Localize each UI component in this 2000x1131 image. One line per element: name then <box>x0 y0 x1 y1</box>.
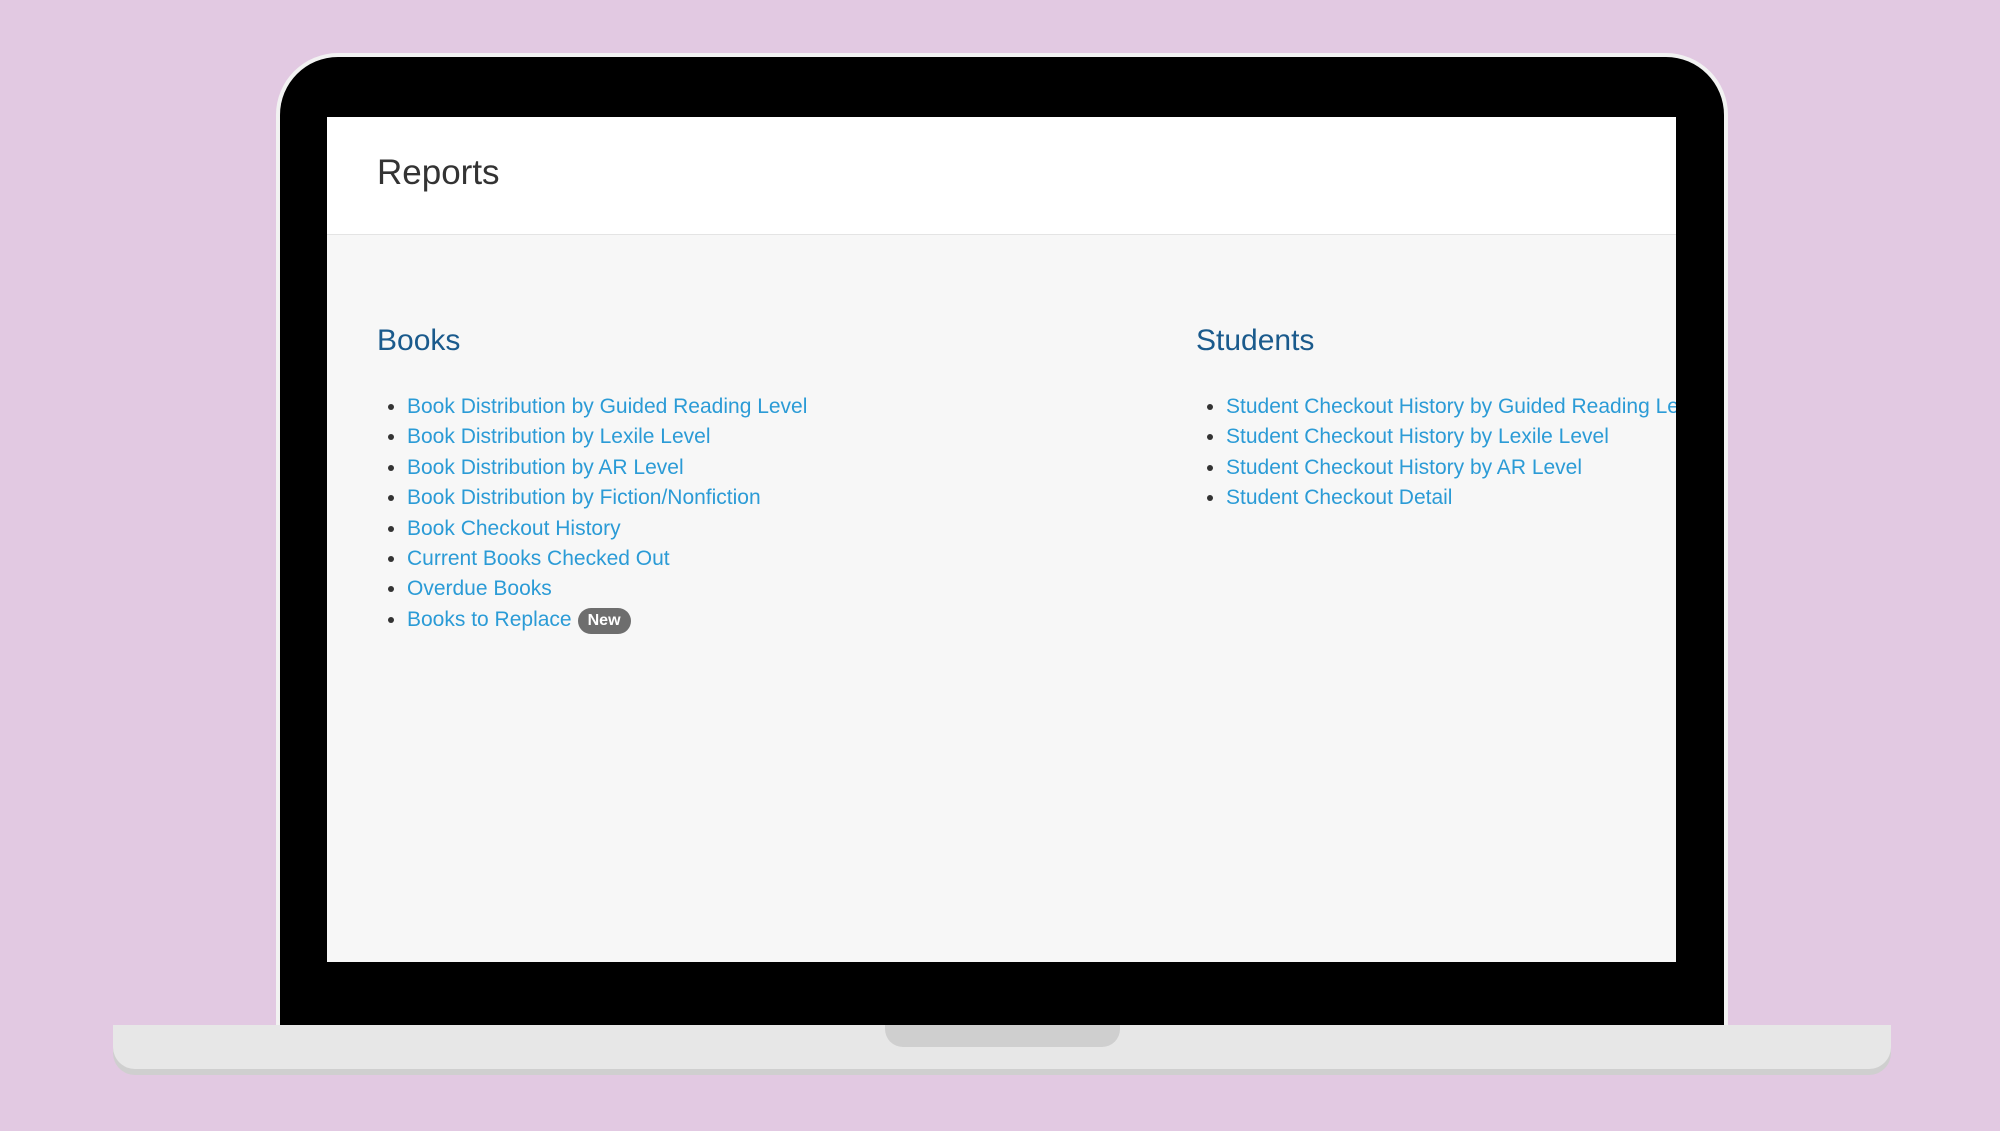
list-item: Book Checkout History <box>407 514 807 544</box>
books-section: Books Book Distribution by Guided Readin… <box>377 323 807 635</box>
report-link-student-checkout-lexile[interactable]: Student Checkout History by Lexile Level <box>1226 425 1609 448</box>
students-heading: Students <box>1196 324 1315 357</box>
list-item: Book Distribution by Fiction/Nonfiction <box>407 483 807 513</box>
report-link-student-checkout-ar[interactable]: Student Checkout History by AR Level <box>1226 456 1582 479</box>
list-item: Overdue Books <box>407 574 807 604</box>
report-link-book-distribution-ar[interactable]: Book Distribution by AR Level <box>407 456 684 479</box>
report-link-student-checkout-detail[interactable]: Student Checkout Detail <box>1226 486 1452 509</box>
page-title: Reports <box>377 153 500 192</box>
list-item: Current Books Checked Out <box>407 544 807 574</box>
report-link-book-distribution-grl[interactable]: Book Distribution by Guided Reading Leve… <box>407 395 807 418</box>
report-link-current-books-checked-out[interactable]: Current Books Checked Out <box>407 547 670 570</box>
list-item: Book Distribution by Lexile Level <box>407 422 807 452</box>
report-link-book-distribution-fiction[interactable]: Book Distribution by Fiction/Nonfiction <box>407 486 761 509</box>
students-report-list: Student Checkout History by Guided Readi… <box>1196 392 1676 514</box>
list-item: Student Checkout History by Guided Readi… <box>1226 392 1676 422</box>
list-item: Student Checkout History by Lexile Level <box>1226 422 1676 452</box>
page-header: Reports <box>327 117 1676 235</box>
list-item: Student Checkout Detail <box>1226 483 1676 513</box>
books-heading: Books <box>377 324 461 357</box>
app-screen: Reports Books Book Distribution by Guide… <box>327 117 1676 962</box>
list-item: Book Distribution by Guided Reading Leve… <box>407 392 807 422</box>
report-link-book-distribution-lexile[interactable]: Book Distribution by Lexile Level <box>407 425 711 448</box>
laptop-notch <box>885 1025 1120 1047</box>
list-item: Book Distribution by AR Level <box>407 453 807 483</box>
students-section: Students Student Checkout History by Gui… <box>1196 323 1676 514</box>
report-link-books-to-replace[interactable]: Books to Replace <box>407 608 572 631</box>
books-report-list: Book Distribution by Guided Reading Leve… <box>377 392 807 635</box>
list-item: Student Checkout History by AR Level <box>1226 453 1676 483</box>
report-link-book-checkout-history[interactable]: Book Checkout History <box>407 517 621 540</box>
list-item: Books to ReplaceNew <box>407 605 807 635</box>
new-badge: New <box>577 607 631 634</box>
report-link-student-checkout-grl[interactable]: Student Checkout History by Guided Readi… <box>1226 395 1676 418</box>
report-link-overdue-books[interactable]: Overdue Books <box>407 577 552 600</box>
